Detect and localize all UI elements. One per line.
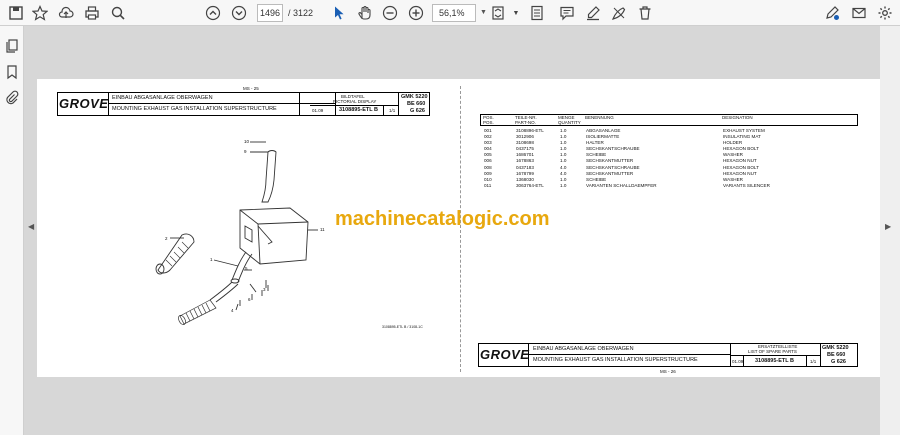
right-date: 01.09 xyxy=(732,359,744,364)
scroll-mode-icon[interactable] xyxy=(527,3,547,23)
table-row: 011 3063764-ETL 1.0 VARIANTEN SCHALLDAEMPFE… xyxy=(484,182,770,188)
page-fit-dropdown-icon[interactable]: ▼ xyxy=(506,3,526,23)
zoom-dropdown-arrow-icon[interactable]: ▼ xyxy=(480,9,487,16)
zoom-out-icon[interactable] xyxy=(380,3,400,23)
right-title-de: EINBAU ABGASANLAGE OBERWAGEN xyxy=(533,346,634,352)
callout-5: 5 xyxy=(245,266,248,271)
bookmarks-icon[interactable] xyxy=(2,62,22,82)
right-label-en: LIST OF SPARE PARTS xyxy=(748,349,797,354)
col-designation: DESIGNATION xyxy=(722,115,753,120)
upload-cloud-icon[interactable] xyxy=(56,3,76,23)
left-model-1: GMK 5220 xyxy=(401,94,428,100)
callout-9: 9 xyxy=(244,149,247,154)
right-page-number: MS - 26 xyxy=(660,369,676,374)
hand-tool-icon[interactable] xyxy=(355,3,375,23)
col-qty-en: QUANTITY xyxy=(558,120,581,125)
find-zoom-icon[interactable] xyxy=(108,3,128,23)
col-pos-en: POS. xyxy=(483,120,494,125)
left-model-3: G 626 xyxy=(410,108,425,114)
left-page-number: MS - 25 xyxy=(243,86,259,91)
right-model-3: G 626 xyxy=(831,359,846,365)
page-number-input[interactable]: 1496 xyxy=(257,4,283,22)
page-thumbnails-icon[interactable] xyxy=(2,36,22,56)
page-fit-icon[interactable] xyxy=(488,3,508,23)
watermark-text: machinecatalogic.com xyxy=(335,208,550,230)
attachments-paperclip-icon[interactable] xyxy=(2,88,22,108)
toolbar: 1496 / 3122 56,1% ▼ ▼ xyxy=(0,0,900,26)
prev-page-icon[interactable] xyxy=(203,3,223,23)
callout-2: 2 xyxy=(165,236,168,241)
select-cursor-icon[interactable] xyxy=(329,3,349,23)
right-part-no: 3108895-ETL B xyxy=(755,358,795,364)
callout-1: 1 xyxy=(210,257,213,262)
right-sheet-no: 1/1 xyxy=(810,359,817,364)
right-grove-logo: GROVE xyxy=(480,347,530,362)
callout-4: 4 xyxy=(231,308,234,313)
left-title-en: MOUNTING EXHAUST GAS INSTALLATION SUPERS… xyxy=(112,106,277,112)
comment-icon[interactable] xyxy=(557,3,577,23)
draw-icon[interactable] xyxy=(609,3,629,23)
left-label-en: PICTORIAL DISPLAY xyxy=(333,99,377,104)
right-model-2: BE 660 xyxy=(827,352,846,358)
left-sheet-no: 1/1 xyxy=(389,108,396,113)
next-page-icon[interactable] xyxy=(229,3,249,23)
left-sidebar xyxy=(0,26,24,435)
table-row: 006 1678863 1.0 SECHSKANTMUTTER HEXAGON NUT xyxy=(484,158,757,164)
parts-table: 001 3108896-ETL 1.0 ABGASANLAGE EXHAUST SYST… xyxy=(482,128,772,189)
delete-trash-icon[interactable] xyxy=(635,3,655,23)
collapse-left-panel-icon[interactable]: ◀ xyxy=(28,222,34,231)
col-partno-en: PART-NO. xyxy=(515,120,536,125)
left-title-de: EINBAU ABGASANLAGE OBERWAGEN xyxy=(112,95,213,101)
left-model-2: BE 660 xyxy=(407,101,426,107)
callout-10: 10 xyxy=(244,139,250,144)
exhaust-installation-drawing xyxy=(155,141,318,325)
callout-6: 6 xyxy=(248,297,251,302)
drawing-reference: 3108895-ETL B / 3108-1C xyxy=(382,325,423,329)
callout-3: 3 xyxy=(263,287,266,292)
zoom-in-icon[interactable] xyxy=(406,3,426,23)
print-icon[interactable] xyxy=(82,3,102,23)
table-row: 008 0437183 4.0 SECHSKANTSCHRAUBE HEXAGON BO… xyxy=(484,164,759,170)
save-icon[interactable] xyxy=(6,3,26,23)
right-model-1: GMK 5220 xyxy=(822,345,849,351)
callout-11: 11 xyxy=(320,227,325,232)
col-benennung: BENENNUNG xyxy=(585,115,614,120)
expand-right-panel-icon[interactable]: ▶ xyxy=(885,222,891,231)
left-grove-logo: GROVE xyxy=(59,96,109,111)
right-title-en: MOUNTING EXHAUST GAS INSTALLATION SUPERS… xyxy=(533,357,698,363)
table-row: 009 1678799 4.0 SECHSKANTMUTTER HEXAGON NUT xyxy=(484,170,757,176)
email-icon[interactable] xyxy=(849,3,869,23)
left-part-no: 3108895-ETL B xyxy=(339,107,379,113)
zoom-level-input[interactable]: 56,1% xyxy=(432,4,476,22)
bookmark-star-icon[interactable] xyxy=(30,3,50,23)
fill-sign-icon[interactable] xyxy=(822,3,842,23)
settings-gear-icon[interactable] xyxy=(875,3,895,23)
page-count: / 3122 xyxy=(288,8,314,18)
highlight-pen-icon[interactable] xyxy=(583,3,603,23)
left-date: 01.09 xyxy=(312,108,324,113)
